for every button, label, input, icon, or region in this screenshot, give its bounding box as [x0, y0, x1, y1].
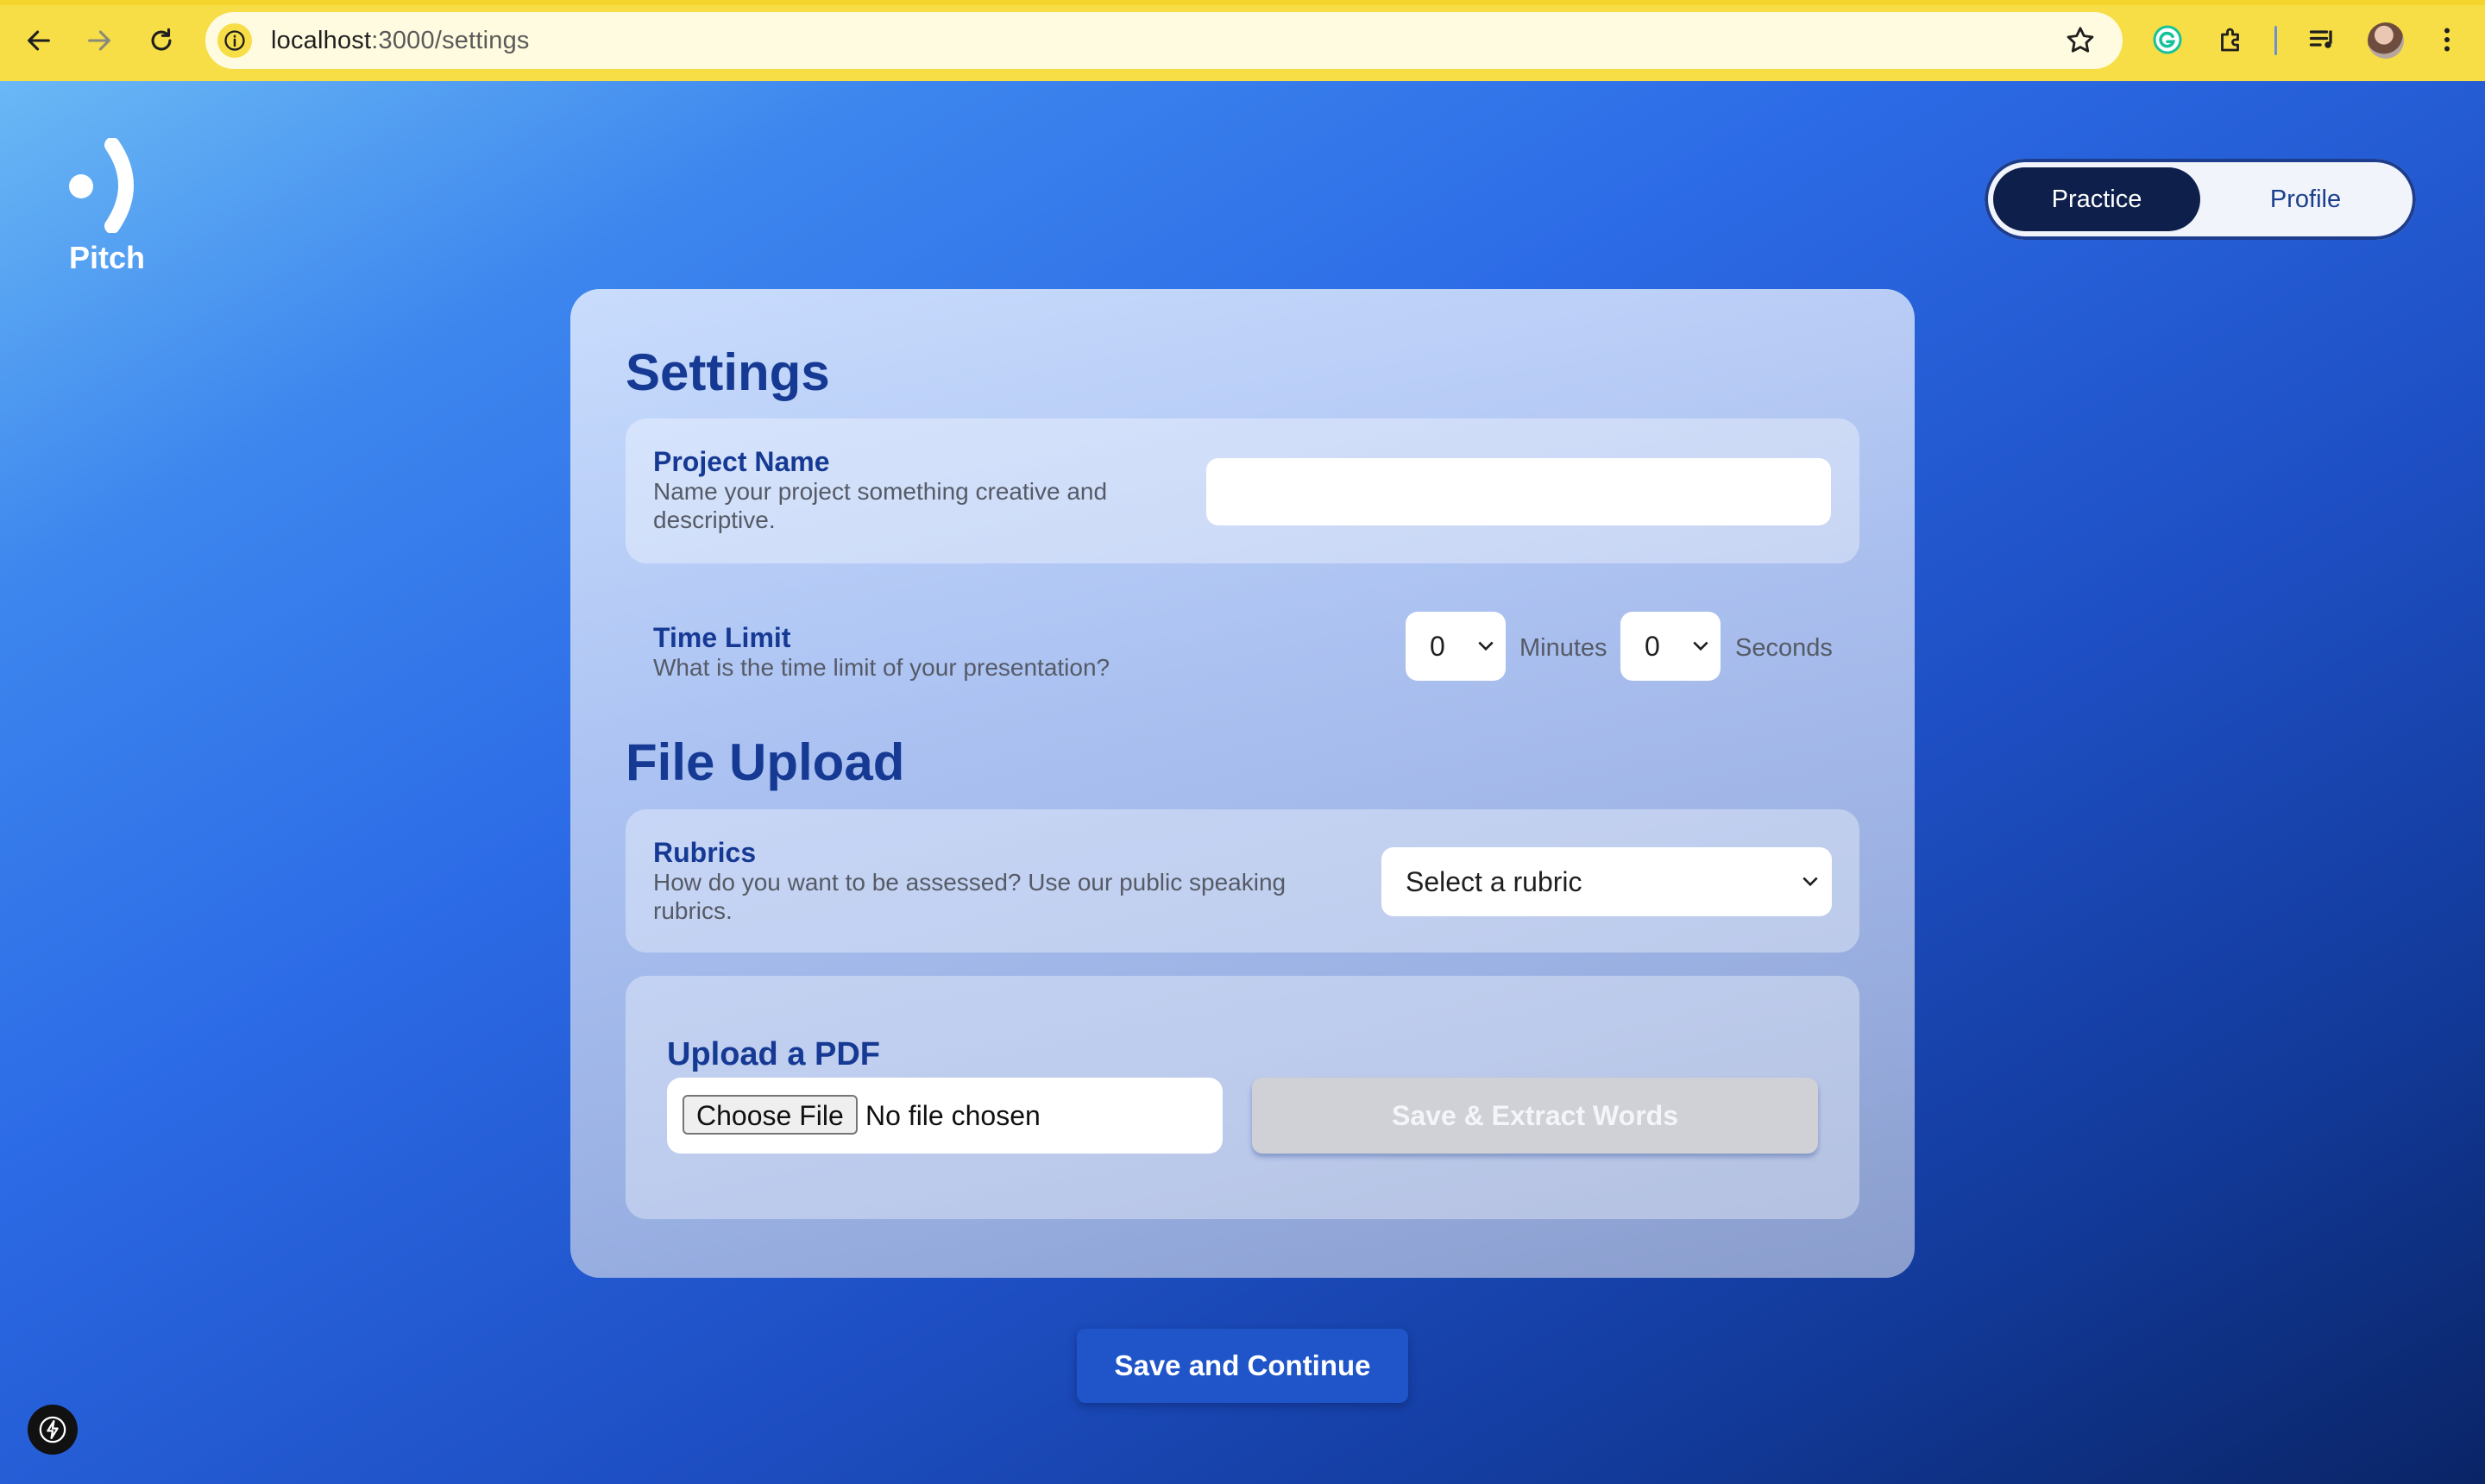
chevron-down-icon [1478, 641, 1494, 651]
rubrics-description: How do you want to be assessed? Use our … [653, 869, 1287, 924]
rubric-select[interactable]: Select a rubric [1381, 847, 1832, 916]
pdf-upload-section: Upload a PDF Choose File No file chosen … [626, 976, 1859, 1219]
bookmark-star-icon[interactable] [2064, 24, 2097, 57]
save-extract-words-button[interactable]: Save & Extract Words [1252, 1078, 1818, 1154]
back-button[interactable] [17, 19, 60, 62]
chevron-down-icon [1802, 877, 1818, 887]
file-status-text: No file chosen [865, 1100, 1041, 1131]
tab-strip-edge [0, 0, 2485, 5]
seconds-select[interactable]: 0 [1620, 612, 1721, 681]
minutes-label: Minutes [1519, 634, 1607, 662]
browser-toolbar: localhost:3000/settings [0, 0, 2485, 81]
project-name-description: Name your project something creative and… [653, 478, 1108, 533]
page-background: Pitch Practice Profile Settings Project … [0, 81, 2485, 1484]
logo-text: Pitch [69, 240, 146, 275]
profile-avatar[interactable] [2368, 22, 2404, 59]
file-input[interactable]: Choose File No file chosen [667, 1078, 1223, 1154]
chevron-down-icon [1693, 641, 1708, 651]
choose-file-button[interactable]: Choose File [683, 1095, 858, 1135]
url-host: localhost [271, 27, 372, 54]
reload-icon [151, 28, 172, 51]
reload-button[interactable] [140, 19, 183, 62]
project-name-title: Project Name [653, 446, 830, 477]
mode-toggle: Practice Profile [1985, 159, 2416, 240]
address-bar[interactable]: localhost:3000/settings [205, 12, 2123, 69]
site-info-icon[interactable] [217, 23, 252, 58]
forward-button[interactable] [78, 19, 121, 62]
grammarly-extension-icon[interactable] [2150, 22, 2185, 57]
extensions-puzzle-icon[interactable] [2214, 22, 2249, 57]
rubric-selected-value: Select a rubric [1406, 866, 1582, 897]
media-controls-icon[interactable] [2306, 22, 2340, 57]
project-name-input[interactable] [1206, 458, 1831, 525]
rubrics-title: Rubrics [653, 837, 757, 868]
file-upload-heading: File Upload [626, 733, 905, 791]
forward-arrow-icon [88, 30, 110, 51]
url-text: localhost:3000/settings [271, 27, 530, 55]
more-menu-icon[interactable] [2430, 22, 2464, 57]
toolbar-divider [2274, 26, 2277, 55]
time-limit-title: Time Limit [653, 622, 791, 653]
tab-practice[interactable]: Practice [1993, 167, 2200, 231]
seconds-label: Seconds [1735, 634, 1833, 662]
settings-heading: Settings [626, 343, 830, 401]
url-path: :3000/settings [371, 27, 530, 54]
minutes-select[interactable]: 0 [1406, 612, 1506, 681]
back-arrow-icon [28, 30, 50, 51]
minutes-value: 0 [1430, 631, 1445, 662]
seconds-value: 0 [1645, 631, 1660, 662]
save-and-continue-button[interactable]: Save and Continue [1077, 1329, 1408, 1403]
pitch-logo-icon[interactable] [67, 138, 154, 233]
upload-pdf-title: Upload a PDF [667, 1036, 881, 1072]
time-limit-description: What is the time limit of your presentat… [653, 654, 1110, 681]
rubrics-section: Rubrics How do you want to be assessed? … [626, 809, 1859, 953]
dev-tools-lightning-icon[interactable] [28, 1405, 78, 1455]
settings-card: Settings Project Name Name your project … [570, 289, 1915, 1278]
project-name-section: Project Name Name your project something… [626, 418, 1859, 563]
tab-profile[interactable]: Profile [2202, 167, 2409, 231]
